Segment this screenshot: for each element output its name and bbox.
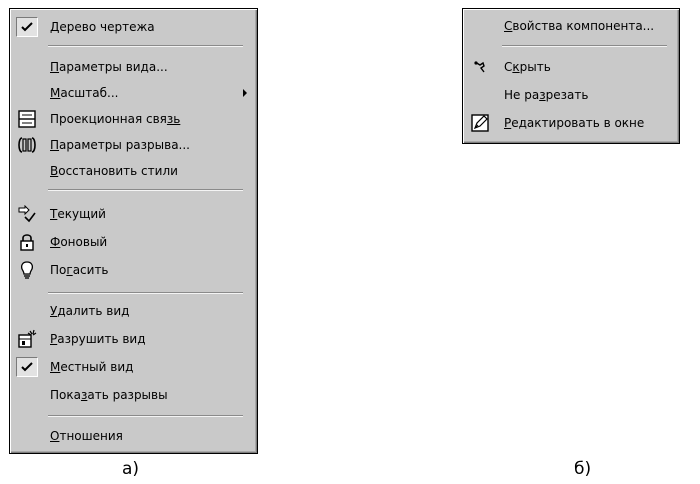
menu-item-label: Местный вид (50, 360, 134, 374)
menu-separator (48, 45, 243, 47)
menu-item-label: Параметры вида... (50, 60, 168, 74)
menu-item-label: Редактировать в окне (504, 116, 645, 130)
menu-item-label: Дерево чертежа (50, 20, 155, 34)
menu-item-break-params[interactable]: Параметры разрыва... (12, 133, 255, 157)
menu-item-label: Скрыть (504, 60, 551, 74)
menu-item-dim[interactable]: Погасить (12, 258, 255, 282)
menu-item-label: Разрушить вид (50, 332, 146, 346)
menu-item-label: Текущий (50, 207, 106, 221)
menu-item-label: Восстановить стили (50, 164, 178, 178)
menu-separator (502, 45, 667, 47)
context-menu-b: Свойства компонента... Скрыть Не разреза… (462, 8, 680, 144)
submenu-arrow-icon (243, 89, 247, 97)
destroy-view-icon (16, 329, 38, 349)
menu-item-view-params[interactable]: Параметры вида... (12, 55, 255, 79)
menu-item-current[interactable]: Текущий (12, 202, 255, 226)
caption-a: а) (122, 459, 140, 479)
menu-item-delete-view[interactable]: Удалить вид (12, 299, 255, 323)
current-view-icon (16, 204, 38, 224)
menu-item-local-view[interactable]: Местный вид (12, 355, 255, 379)
menu-item-scale[interactable]: Масштаб... (12, 81, 255, 105)
menu-item-label: Показать разрывы (50, 388, 168, 402)
menu-separator (48, 415, 243, 417)
break-params-icon (16, 135, 38, 155)
menu-separator (48, 292, 243, 294)
menu-item-label: Свойства компонента... (504, 19, 655, 33)
menu-item-edit-in-window[interactable]: Редактировать в окне (465, 111, 677, 135)
padlock-icon (16, 232, 38, 252)
caption-b: б) (574, 459, 592, 479)
edit-in-window-icon (469, 113, 491, 133)
menu-item-label: Проекционная связь (50, 112, 181, 126)
menu-item-component-properties[interactable]: Свойства компонента... (465, 14, 677, 38)
menu-item-show-breaks[interactable]: Показать разрывы (12, 383, 255, 407)
menu-item-hide[interactable]: Скрыть (465, 55, 677, 79)
context-menu-a: Дерево чертежа Параметры вида... Масштаб… (9, 8, 258, 454)
checkmark-icon (16, 17, 38, 37)
menu-item-label: Фоновый (50, 235, 108, 249)
menu-item-label: Погасить (50, 263, 109, 277)
menu-item-label: Параметры разрыва... (50, 138, 190, 152)
menu-item-projection-link[interactable]: Проекционная связь (12, 107, 255, 131)
menu-item-label: Отношения (50, 429, 123, 443)
menu-item-label: Не разрезать (504, 88, 589, 102)
menu-item-restore-styles[interactable]: Восстановить стили (12, 159, 255, 183)
hide-pin-icon (469, 57, 491, 77)
checkmark-icon (16, 357, 38, 377)
menu-item-destroy-view[interactable]: Разрушить вид (12, 327, 255, 351)
menu-item-label: Масштаб... (50, 86, 119, 100)
projection-link-icon (16, 109, 38, 129)
menu-item-label: Удалить вид (50, 304, 130, 318)
menu-item-background[interactable]: Фоновый (12, 230, 255, 254)
menu-item-no-cut[interactable]: Не разрезать (465, 83, 677, 107)
menu-item-relations[interactable]: Отношения (12, 424, 255, 448)
lightbulb-icon (16, 260, 38, 280)
menu-item-drawing-tree[interactable]: Дерево чертежа (12, 15, 255, 39)
menu-separator (48, 189, 243, 191)
